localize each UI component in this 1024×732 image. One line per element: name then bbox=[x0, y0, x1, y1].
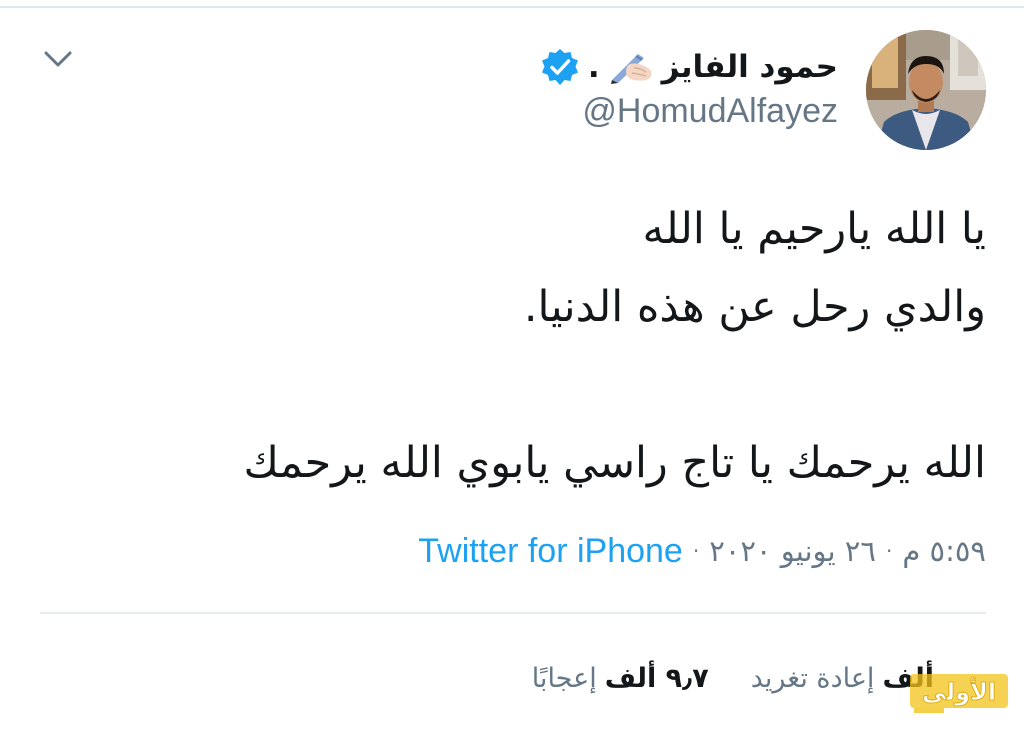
chevron-down-icon[interactable] bbox=[40, 44, 76, 74]
writing-hand-emoji bbox=[610, 54, 652, 84]
author-handle[interactable]: @HomudAlfayez bbox=[582, 92, 838, 131]
author-name-row[interactable]: . حمود الفايز bbox=[540, 42, 838, 92]
likes-count: ٩٫٧ ألف bbox=[604, 662, 709, 694]
watermark-logo: الأولى bbox=[910, 674, 1008, 713]
avatar[interactable] bbox=[866, 30, 986, 150]
meta-separator: · bbox=[885, 539, 893, 563]
likes-stat[interactable]: ٩٫٧ ألف إعجابًا bbox=[532, 663, 709, 694]
top-divider bbox=[0, 6, 1024, 8]
author-display-name: حمود الفايز bbox=[661, 49, 838, 85]
retweets-label: إعادة تغريد bbox=[750, 662, 875, 694]
tweet-stats: ألف إعادة تغريد ٩٫٧ ألف إعجابًا bbox=[532, 652, 934, 704]
meta-separator: · bbox=[692, 539, 700, 563]
tweet-body: يا الله يارحيم يا الله والدي رحل عن هذه … bbox=[106, 190, 987, 502]
name-suffix: . bbox=[587, 49, 600, 85]
svg-text:الأولى: الأولى bbox=[922, 677, 996, 706]
tweet-detail-screen: . حمود الفايز @HomudAlfayez يا الله يارح… bbox=[0, 0, 1024, 732]
tweet-line: يا الله يارحيم يا الله bbox=[642, 204, 987, 254]
tweet-meta: ٥:٥٩ م · ٢٦ يونيو ٢٠٢٠ · Twitter for iPh… bbox=[418, 528, 986, 574]
tweet-line: والدي رحل عن هذه الدنيا. bbox=[523, 282, 986, 332]
verified-badge-icon bbox=[541, 49, 578, 85]
tweet-source-link[interactable]: Twitter for iPhone bbox=[418, 532, 683, 571]
avatar-photo bbox=[866, 30, 986, 150]
tweet-time: ٥:٥٩ م bbox=[902, 534, 986, 568]
tweet-line: الله يرحمك يا تاج راسي يابوي الله يرحمك bbox=[243, 438, 987, 488]
tweet-date[interactable]: ٢٦ يونيو ٢٠٢٠ bbox=[709, 534, 876, 568]
stats-divider bbox=[40, 612, 986, 614]
likes-label: إعجابًا bbox=[531, 662, 597, 694]
